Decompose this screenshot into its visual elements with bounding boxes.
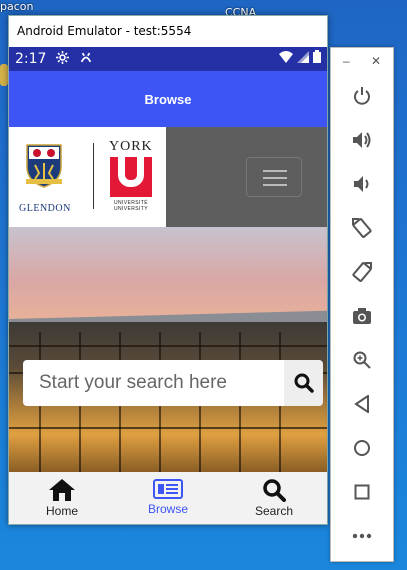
browse-icon bbox=[153, 479, 183, 499]
desktop-shortcut-icon[interactable] bbox=[0, 64, 8, 86]
wifi-icon bbox=[279, 50, 293, 68]
volume-down-button[interactable] bbox=[331, 168, 393, 200]
glendon-crest-icon bbox=[26, 144, 62, 188]
emulator-toolbar: – ✕ bbox=[330, 47, 394, 562]
emulator-title-bar[interactable]: Android Emulator - test:5554 bbox=[9, 16, 327, 46]
logo-university-line: UNIVERSITY bbox=[113, 206, 148, 212]
search-icon bbox=[294, 373, 314, 393]
desktop-icon-label-left[interactable]: pacon bbox=[0, 0, 34, 13]
nav-home-label: Home bbox=[45, 504, 78, 518]
logo-university-text: UNIVERSITÉ UNIVERSITY bbox=[106, 200, 156, 212]
overview-square-icon bbox=[354, 484, 370, 500]
volume-up-button[interactable] bbox=[331, 124, 393, 156]
bottom-navigation: Home Browse Search bbox=[9, 472, 327, 524]
signal-icon bbox=[297, 50, 309, 68]
rotate-right-button[interactable] bbox=[331, 256, 393, 288]
nav-search[interactable]: Search bbox=[221, 472, 327, 524]
settings-gear-icon bbox=[56, 51, 70, 67]
overview-button[interactable] bbox=[331, 476, 393, 508]
search-input[interactable] bbox=[23, 360, 284, 406]
zoom-in-icon bbox=[353, 351, 371, 369]
home-circle-icon bbox=[354, 440, 370, 456]
more-dots-icon bbox=[352, 533, 372, 539]
power-icon bbox=[354, 87, 370, 105]
back-button[interactable] bbox=[331, 388, 393, 420]
battery-icon bbox=[313, 50, 321, 68]
emulator-window: Android Emulator - test:5554 2:17 Browse bbox=[8, 15, 328, 525]
volume-down-icon bbox=[354, 176, 369, 192]
zoom-button[interactable] bbox=[331, 344, 393, 376]
logo-glendon-text: GLENDON bbox=[19, 203, 71, 214]
android-status-bar: 2:17 bbox=[9, 47, 327, 71]
menu-toggle-button[interactable] bbox=[246, 157, 302, 197]
status-time: 2:17 bbox=[15, 51, 47, 67]
app-bar: Browse bbox=[9, 71, 327, 127]
power-button[interactable] bbox=[331, 80, 393, 112]
android-debug-icon bbox=[79, 51, 93, 67]
camera-icon bbox=[353, 308, 371, 324]
close-icon[interactable]: ✕ bbox=[371, 54, 381, 68]
home-icon bbox=[49, 479, 75, 501]
hamburger-line bbox=[263, 170, 287, 172]
screenshot-button[interactable] bbox=[331, 300, 393, 332]
logo-york-text: YORK bbox=[109, 139, 153, 154]
search-bar bbox=[23, 360, 323, 406]
app-bar-title: Browse bbox=[144, 91, 192, 107]
search-icon bbox=[263, 479, 286, 502]
nav-search-label: Search bbox=[254, 504, 294, 518]
rotate-left-icon bbox=[352, 218, 372, 238]
glendon-york-logo[interactable]: GLENDON YORK UNIVERSITÉ UNIVERSITY bbox=[9, 127, 166, 227]
more-options-button[interactable] bbox=[331, 520, 393, 552]
logo-divider bbox=[93, 143, 94, 209]
back-triangle-icon bbox=[354, 395, 369, 413]
search-submit-button[interactable] bbox=[284, 360, 323, 406]
rotate-right-icon bbox=[352, 262, 372, 282]
site-header: GLENDON YORK UNIVERSITÉ UNIVERSITY bbox=[9, 127, 327, 227]
minimize-icon[interactable]: – bbox=[343, 54, 350, 68]
hamburger-line bbox=[263, 184, 287, 186]
emulator-window-title: Android Emulator - test:5554 bbox=[17, 24, 192, 38]
york-u-letter bbox=[118, 157, 144, 187]
nav-browse-label: Browse bbox=[147, 502, 188, 516]
volume-up-icon bbox=[353, 132, 371, 148]
hamburger-line bbox=[263, 177, 287, 179]
nav-browse[interactable]: Browse bbox=[115, 472, 221, 524]
rotate-left-button[interactable] bbox=[331, 212, 393, 244]
nav-home[interactable]: Home bbox=[9, 472, 115, 524]
home-button[interactable] bbox=[331, 432, 393, 464]
hero-banner-image bbox=[9, 227, 327, 472]
